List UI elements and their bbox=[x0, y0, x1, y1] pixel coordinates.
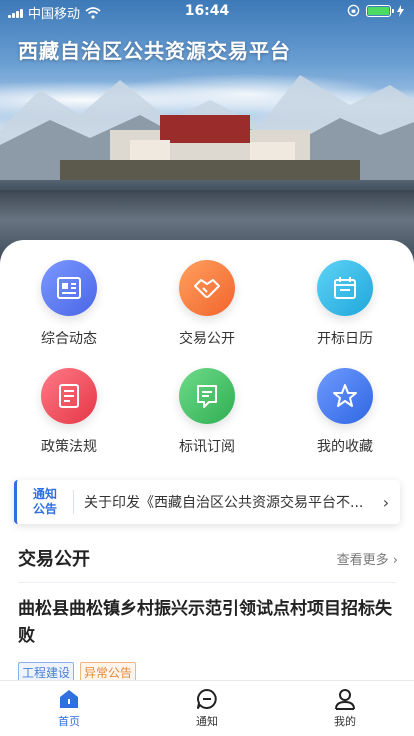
calendar-icon bbox=[317, 260, 373, 316]
tab-label: 我的 bbox=[334, 715, 356, 728]
home-icon bbox=[60, 690, 78, 708]
document-icon bbox=[41, 368, 97, 424]
menu-item-trade-public[interactable]: 交易公开 bbox=[138, 260, 276, 348]
status-bar: 中国移动 16:44 bbox=[0, 0, 414, 22]
charging-icon bbox=[397, 4, 404, 17]
section-title: 交易公开 bbox=[18, 549, 90, 570]
menu-grid: 综合动态 交易公开 开标日历 政策法规 标讯订阅 我的收藏 bbox=[0, 260, 414, 456]
tab-notifications[interactable]: 通知 bbox=[138, 681, 276, 736]
tab-bar: 首页 通知 我的 bbox=[0, 680, 414, 736]
chevron-right-icon: › bbox=[392, 552, 398, 568]
content-card: 综合动态 交易公开 开标日历 政策法规 标讯订阅 我的收藏 通知 公告 关于印发… bbox=[0, 240, 414, 683]
handshake-icon bbox=[179, 260, 235, 316]
mountain-landscape bbox=[0, 75, 414, 180]
user-icon bbox=[335, 689, 355, 710]
tab-home[interactable]: 首页 bbox=[0, 681, 138, 736]
article-title: 曲松县曲松镇乡村振兴示范引领试点村项目招标失败 bbox=[18, 599, 392, 646]
menu-item-news[interactable]: 综合动态 bbox=[0, 260, 138, 348]
orientation-lock-icon bbox=[347, 4, 360, 17]
notice-banner[interactable]: 通知 公告 关于印发《西藏自治区公共资源交易平台不... › bbox=[14, 480, 400, 524]
menu-label: 我的收藏 bbox=[317, 439, 373, 455]
tab-label: 首页 bbox=[58, 715, 80, 728]
section-header: 交易公开 查看更多 › bbox=[18, 543, 398, 573]
menu-item-subscription[interactable]: 标讯订阅 bbox=[138, 368, 276, 456]
star-icon bbox=[317, 368, 373, 424]
view-more-label: 查看更多 bbox=[336, 552, 389, 568]
notice-text: 关于印发《西藏自治区公共资源交易平台不... bbox=[84, 495, 364, 511]
notice-tag-line2: 公告 bbox=[32, 502, 57, 516]
notice-divider bbox=[73, 490, 74, 514]
menu-label: 政策法规 bbox=[41, 439, 97, 455]
menu-item-bid-calendar[interactable]: 开标日历 bbox=[276, 260, 414, 348]
view-more-link[interactable]: 查看更多 › bbox=[337, 549, 398, 568]
tab-profile[interactable]: 我的 bbox=[276, 681, 414, 736]
chevron-right-icon: › bbox=[382, 492, 390, 512]
tab-label: 通知 bbox=[196, 715, 218, 728]
platform-title: 西藏自治区公共资源交易平台 bbox=[18, 39, 291, 63]
menu-label: 开标日历 bbox=[317, 331, 373, 347]
menu-item-policy[interactable]: 政策法规 bbox=[0, 368, 138, 456]
battery-icon bbox=[366, 4, 394, 17]
menu-label: 交易公开 bbox=[179, 331, 235, 347]
notice-tag: 通知 公告 bbox=[25, 487, 65, 517]
divider bbox=[18, 582, 396, 583]
menu-label: 综合动态 bbox=[41, 331, 97, 347]
news-icon bbox=[41, 260, 97, 316]
list-item[interactable]: 曲松县曲松镇乡村振兴示范引领试点村项目招标失败 工程建设 异常公告 bbox=[18, 596, 398, 683]
chat-icon bbox=[197, 689, 217, 709]
notice-tag-line1: 通知 bbox=[32, 487, 57, 501]
message-icon bbox=[179, 368, 235, 424]
menu-label: 标讯订阅 bbox=[179, 439, 235, 455]
menu-item-favorites[interactable]: 我的收藏 bbox=[276, 368, 414, 456]
